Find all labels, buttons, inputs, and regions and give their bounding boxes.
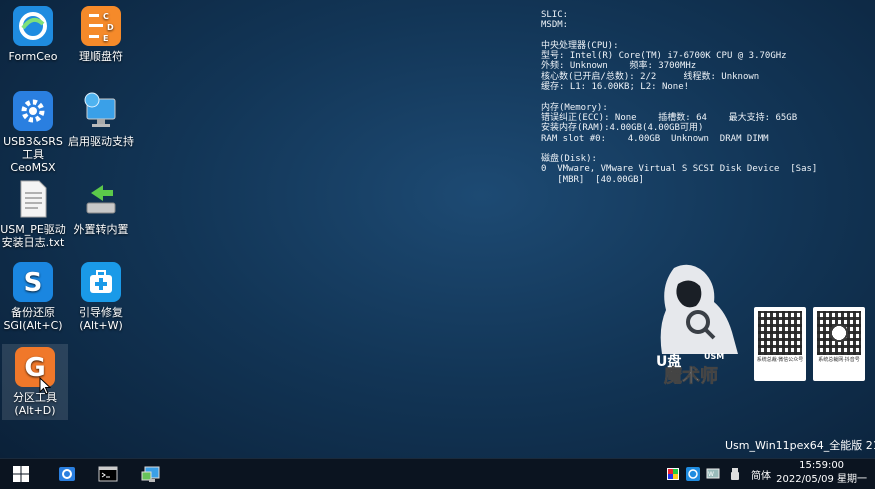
svg-text:D: D bbox=[107, 23, 114, 32]
desktop-icon-formceo[interactable]: FormCeo bbox=[0, 3, 66, 63]
backup-s-icon: S bbox=[13, 262, 53, 302]
sysinfo-line bbox=[541, 31, 817, 41]
svg-text:C: C bbox=[103, 12, 109, 21]
sysinfo-line: SLIC: bbox=[541, 10, 569, 20]
sysinfo-line: 0 VMware, VMware Virtual S SCSI Disk Dev… bbox=[541, 164, 818, 175]
logo-tag-text: USM bbox=[704, 352, 724, 361]
monitor-network-icon bbox=[141, 466, 160, 482]
start-button[interactable] bbox=[10, 463, 32, 485]
sysinfo-line: RAM slot #0: 4.00GB Unknown DRAM DIMM bbox=[541, 133, 769, 144]
svg-text:W: W bbox=[708, 471, 714, 478]
windows-logo-icon bbox=[13, 466, 29, 482]
desktop-icon-driver-log[interactable]: USM_PE驱动安装日志.txt bbox=[0, 176, 66, 249]
first-aid-kit-icon bbox=[81, 262, 121, 302]
sysinfo-line: 核心数(已开启/总数): 2/2 线程数: Unknown bbox=[541, 71, 760, 82]
desktop-icon-enable-drivers[interactable]: 启用驱动支持 bbox=[68, 88, 134, 148]
usb-tray-icon[interactable] bbox=[728, 466, 742, 480]
desktop-icon-backup-restore[interactable]: S 备份还原SGI(Alt+C) bbox=[0, 259, 66, 332]
icon-label: 启用驱动支持 bbox=[68, 135, 134, 148]
sysinfo-line: 中央处理器(CPU): bbox=[541, 40, 619, 51]
os-version-watermark: Usm_Win11pex64_全能版 21H bbox=[725, 439, 875, 452]
taskbar-command-prompt[interactable] bbox=[97, 463, 119, 485]
icon-label: 理顺盘符 bbox=[79, 50, 123, 63]
drive-arrow-icon bbox=[81, 179, 121, 219]
svg-text:S: S bbox=[24, 268, 43, 298]
color-palette-tray-icon[interactable] bbox=[666, 466, 680, 480]
qr-code-pattern bbox=[817, 311, 861, 355]
desktop-icon-partition-tool[interactable]: G 分区工具(Alt+D) bbox=[2, 344, 68, 420]
system-info-panel: SLIC: MSDM: 中央处理器(CPU): 型号: Intel(R) Core(T… bbox=[541, 10, 817, 185]
desktop-icon-external-internal[interactable]: 外置转内置 bbox=[68, 176, 134, 236]
sysinfo-line: 外频: Unknown 频率: 3700MHz bbox=[541, 61, 697, 72]
icon-label: 备份还原SGI(Alt+C) bbox=[3, 306, 63, 332]
text-file-icon bbox=[13, 179, 53, 219]
desktop-icon-sort-drives[interactable]: CDE 理顺盘符 bbox=[68, 3, 134, 63]
sysinfo-line: 型号: Intel(R) Core(TM) i7-6700K CPU @ 3.7… bbox=[541, 51, 787, 62]
qr-code-douyin: 系统总裁网·抖音号 bbox=[813, 307, 865, 381]
logo-main-text: 魔术师 bbox=[664, 365, 718, 386]
sysinfo-line: 安装内存(RAM):4.00GB(4.00GB可用) bbox=[541, 123, 704, 134]
gear-icon bbox=[13, 91, 53, 131]
input-language-indicator[interactable]: 简体 bbox=[751, 467, 771, 482]
sysinfo-line: 内存(Memory): bbox=[541, 102, 608, 113]
icon-label: 外置转内置 bbox=[73, 223, 129, 236]
tool-tray-icon[interactable] bbox=[686, 466, 700, 481]
drive-letters-icon: CDE bbox=[81, 6, 121, 46]
tool-gear-icon bbox=[59, 467, 75, 481]
sysinfo-line: 错误纠正(ECC): None 插槽数: 64 最大支持: 65GB bbox=[541, 112, 798, 123]
desktop: FormCeo USB3&SRS工具CeoMSX USM_PE驱动安装日志.tx… bbox=[0, 0, 875, 458]
icon-label: USM_PE驱动安装日志.txt bbox=[0, 223, 66, 249]
icon-label: FormCeo bbox=[8, 50, 58, 63]
clock-date: 2022/05/09 星期一 bbox=[776, 474, 867, 485]
network-tray-icon[interactable]: W bbox=[706, 466, 720, 480]
qr-code-pattern bbox=[758, 311, 802, 355]
sysinfo-line: 磁盘(Disk): bbox=[541, 154, 597, 165]
qr-caption: 系统总裁网·抖音号 bbox=[818, 357, 860, 363]
qr-code-wechat: 系统总裁·微信公众号 bbox=[754, 307, 806, 381]
usm-hacker-logo: U盘 USM 魔术师 bbox=[634, 262, 746, 387]
sysinfo-line: [MBR] [40.00GB] bbox=[541, 174, 644, 185]
icon-label: 分区工具(Alt+D) bbox=[13, 391, 57, 417]
clock-time: 15:59:00 bbox=[799, 460, 845, 471]
sysinfo-line: MSDM: bbox=[541, 20, 569, 31]
sysinfo-line bbox=[541, 144, 817, 154]
taskbar: W 简体 15:59:00 2022/05/09 星期一 bbox=[0, 458, 875, 489]
formceo-icon bbox=[13, 6, 53, 46]
icon-label: 引导修复(Alt+W) bbox=[79, 306, 123, 332]
qr-caption: 系统总裁·微信公众号 bbox=[756, 357, 804, 363]
terminal-icon bbox=[98, 466, 118, 482]
taskbar-clock[interactable]: 15:59:00 2022/05/09 星期一 bbox=[776, 459, 867, 487]
svg-text:E: E bbox=[103, 34, 108, 43]
desktop-icon-boot-repair[interactable]: 引导修复(Alt+W) bbox=[68, 259, 134, 332]
desktop-icon-usb3-srs[interactable]: USB3&SRS工具CeoMSX bbox=[0, 88, 66, 174]
sysinfo-line: 缓存: L1: 16.00KB; L2: None! bbox=[541, 82, 690, 93]
icon-label: USB3&SRS工具CeoMSX bbox=[3, 135, 63, 174]
taskbar-settings-tool[interactable] bbox=[56, 463, 78, 485]
mouse-cursor-icon bbox=[39, 377, 51, 395]
network-computer-icon bbox=[81, 91, 121, 131]
sysinfo-line bbox=[541, 92, 817, 102]
taskbar-network-tool[interactable] bbox=[140, 463, 162, 485]
